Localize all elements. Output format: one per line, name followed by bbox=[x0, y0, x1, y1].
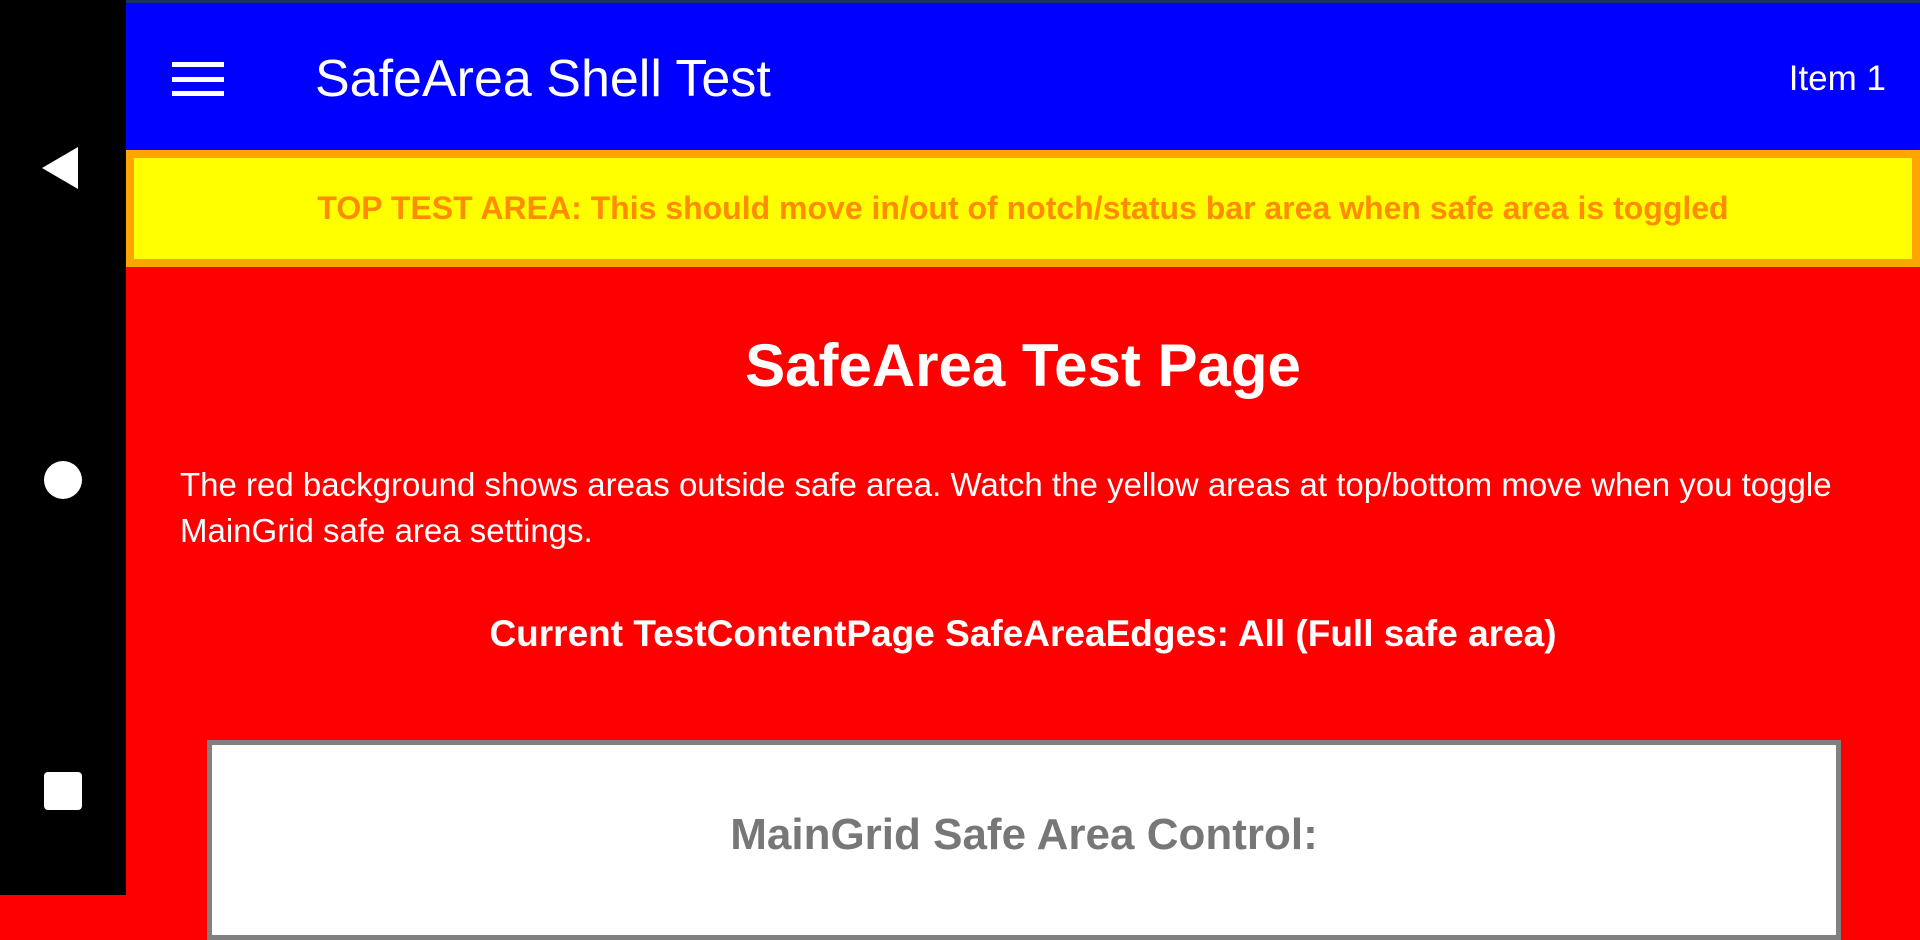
current-safe-area-edges: Current TestContentPage SafeAreaEdges: A… bbox=[489, 613, 1557, 654]
toolbar-item-1[interactable]: Item 1 bbox=[1789, 57, 1886, 101]
app-bar: SafeArea Shell Test Item 1 bbox=[126, 0, 1920, 150]
top-test-area: TOP TEST AREA: This should move in/out o… bbox=[126, 150, 1920, 267]
home-icon[interactable] bbox=[44, 461, 82, 499]
system-navigation-bar bbox=[0, 0, 126, 895]
page-title: SafeArea Shell Test bbox=[315, 50, 771, 108]
control-panel-title: MainGrid Safe Area Control: bbox=[730, 810, 1318, 859]
content-heading: SafeArea Test Page bbox=[745, 332, 1301, 399]
maingrid-control-panel: MainGrid Safe Area Control: bbox=[207, 740, 1841, 940]
back-icon[interactable] bbox=[42, 147, 78, 189]
recents-icon[interactable] bbox=[44, 772, 82, 810]
hamburger-menu-icon[interactable] bbox=[172, 62, 224, 96]
top-test-area-label: TOP TEST AREA: This should move in/out o… bbox=[317, 190, 1729, 226]
description-text: The red background shows areas outside s… bbox=[180, 466, 1832, 549]
